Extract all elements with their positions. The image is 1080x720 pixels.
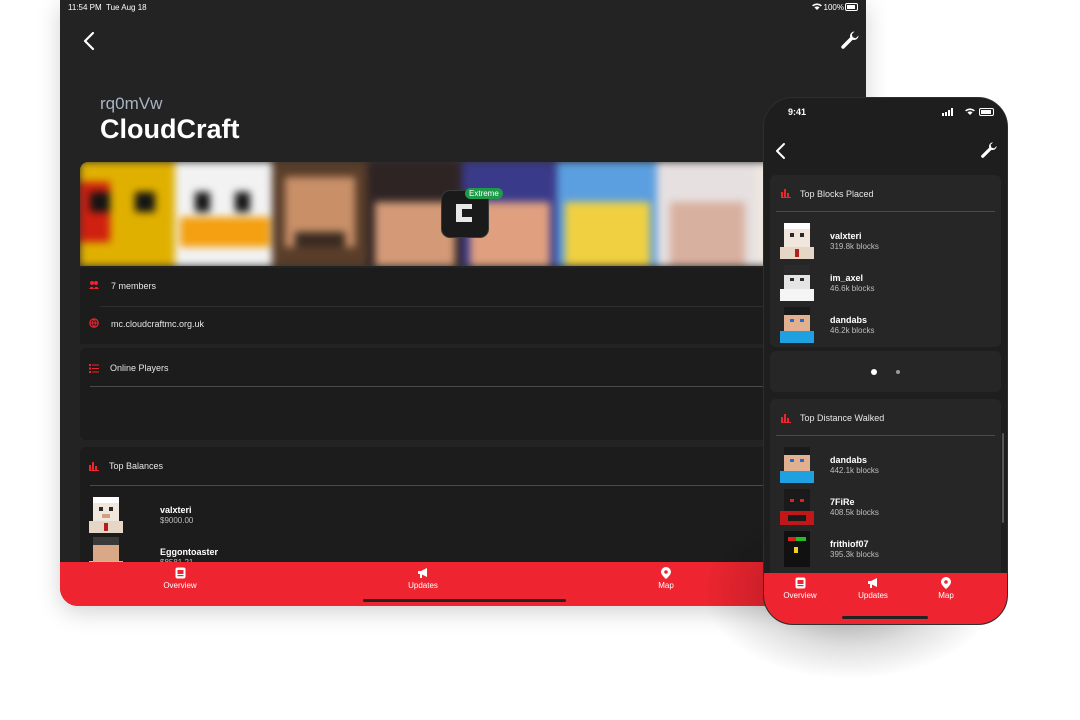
- bar-chart-icon: [89, 462, 99, 471]
- tab-updates[interactable]: Updates: [383, 567, 463, 590]
- tab-label: Updates: [858, 591, 888, 600]
- tab-map[interactable]: Map: [626, 567, 706, 590]
- map-pin-icon: [941, 577, 951, 589]
- player-name: dandabs: [830, 315, 868, 325]
- megaphone-icon: [868, 578, 877, 588]
- player-value: 46.2k blocks: [830, 326, 875, 335]
- server-logo-icon: [456, 204, 472, 222]
- page-dot[interactable]: [896, 370, 900, 374]
- signal-icon: [942, 108, 953, 116]
- avatar: [780, 447, 814, 483]
- status-badge: Extreme: [465, 188, 503, 199]
- back-button[interactable]: [774, 142, 788, 160]
- server-info-card: 7 members mc.cloudcraftmc.org.uk: [80, 268, 866, 344]
- wrench-icon[interactable]: [980, 141, 998, 159]
- members-count: 7 members: [111, 281, 157, 291]
- home-indicator: [363, 599, 566, 602]
- bar-chart-icon: [781, 414, 791, 423]
- globe-icon: [89, 318, 99, 328]
- megaphone-icon: [418, 568, 427, 578]
- status-time: 9:41: [788, 107, 807, 117]
- divider: [776, 211, 995, 212]
- player-value: 395.3k blocks: [830, 550, 879, 559]
- player-balance: $9000.00: [160, 516, 194, 525]
- tab-label: Updates: [408, 581, 438, 590]
- status-time: 11:54 PM: [68, 3, 102, 12]
- tablet-frame: 11:54 PM Tue Aug 18 100% rq0mVw CloudCra…: [60, 0, 866, 606]
- card-title: Online Players: [110, 363, 169, 373]
- tab-map[interactable]: Map: [916, 577, 976, 600]
- overview-icon: [175, 567, 185, 579]
- page-indicator: [770, 351, 1001, 392]
- tab-label: Map: [938, 591, 954, 600]
- avatar: [89, 497, 123, 533]
- player-value: 46.6k blocks: [830, 284, 875, 293]
- wifi-icon: [965, 108, 975, 115]
- tab-label: Overview: [783, 591, 817, 600]
- scrollbar[interactable]: [1002, 433, 1004, 523]
- wifi-icon: [812, 3, 822, 10]
- server-address-link[interactable]: mc.cloudcraftmc.org.uk: [111, 319, 204, 329]
- avatar: [780, 265, 814, 301]
- online-players-card: Online Players: [80, 348, 866, 440]
- tab-label: Overview: [163, 581, 197, 590]
- top-blocks-card: Top Blocks Placed valxteri 319.8k blocks: [770, 175, 1001, 347]
- list-item[interactable]: 7FiRe 408.5k blocks: [770, 489, 1001, 527]
- status-bar: 11:54 PM Tue Aug 18 100%: [60, 0, 866, 14]
- card-title: Top Blocks Placed: [800, 189, 874, 199]
- list-item[interactable]: dandabs 46.2k blocks: [770, 307, 1001, 345]
- status-date: Tue Aug 18: [106, 3, 147, 12]
- battery-icon: [845, 3, 858, 11]
- tab-overview[interactable]: Overview: [770, 577, 830, 600]
- list-item[interactable]: dandabs 442.1k blocks: [770, 447, 1001, 485]
- player-value: 442.1k blocks: [830, 466, 879, 475]
- divider: [90, 485, 866, 486]
- phone-frame: 9:41 Top Blocks Placed valxteri 319.8k b…: [763, 97, 1008, 625]
- card-title: Top Balances: [109, 461, 164, 471]
- player-name: valxteri: [160, 505, 192, 515]
- avatar: [780, 489, 814, 525]
- list-icon: [89, 364, 99, 373]
- list-item[interactable]: valxteri 319.8k blocks: [770, 223, 1001, 261]
- player-value: 319.8k blocks: [830, 242, 879, 251]
- card-title: Top Distance Walked: [800, 413, 885, 423]
- members-icon: [89, 281, 99, 289]
- player-name: 7FiRe: [830, 497, 855, 507]
- player-name: valxteri: [830, 231, 862, 241]
- top-distance-card: Top Distance Walked dandabs 442.1k block…: [770, 399, 1001, 579]
- list-item[interactable]: im_axel 46.6k blocks: [770, 265, 1001, 303]
- tab-label: Map: [658, 581, 674, 590]
- player-name: frithiof07: [830, 539, 869, 549]
- divider: [776, 435, 995, 436]
- battery-percent: 100%: [823, 3, 844, 12]
- player-name: im_axel: [830, 273, 864, 283]
- player-name: Eggontoaster: [160, 547, 219, 557]
- player-name: dandabs: [830, 455, 868, 465]
- wrench-icon[interactable]: [840, 30, 860, 50]
- page-dot-active[interactable]: [871, 369, 877, 375]
- page-title: CloudCraft: [100, 114, 240, 144]
- map-pin-icon: [661, 567, 671, 579]
- avatar: [780, 223, 814, 259]
- home-indicator: [842, 616, 928, 619]
- tab-updates[interactable]: Updates: [843, 577, 903, 600]
- player-value: 408.5k blocks: [830, 508, 879, 517]
- list-item[interactable]: frithiof07 395.3k blocks: [770, 531, 1001, 569]
- avatar: [780, 307, 814, 343]
- avatar: [780, 531, 814, 567]
- tab-overview[interactable]: Overview: [140, 567, 220, 590]
- overview-icon: [795, 577, 805, 589]
- server-id: rq0mVw: [100, 94, 163, 113]
- divider: [100, 306, 866, 307]
- back-button[interactable]: [80, 30, 100, 52]
- battery-icon: [979, 108, 994, 116]
- divider: [90, 386, 866, 387]
- bar-chart-icon: [781, 189, 791, 198]
